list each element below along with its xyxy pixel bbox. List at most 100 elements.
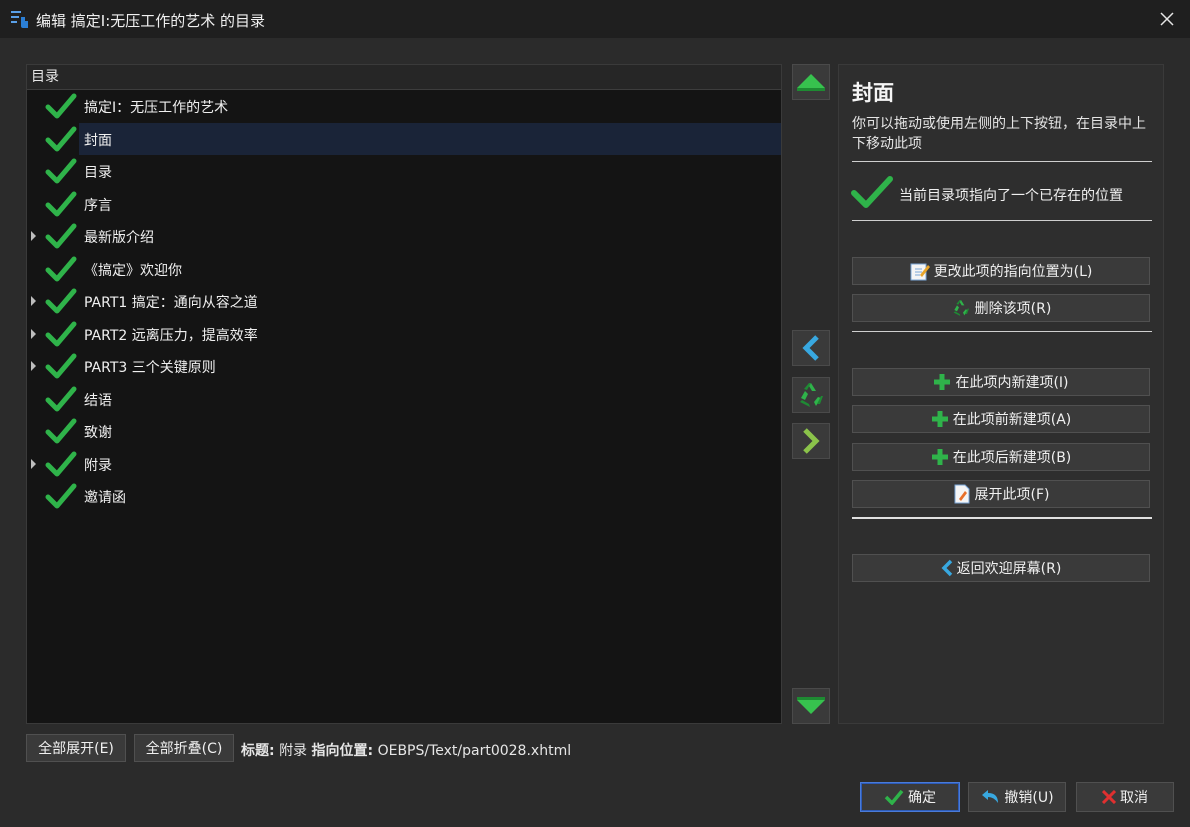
divider xyxy=(852,517,1152,519)
item-title: 封面 xyxy=(852,81,894,105)
delete-item-button[interactable] xyxy=(792,377,830,413)
new-after-button[interactable]: 在此项后新建项(B) xyxy=(852,443,1150,471)
new-after-label: 在此项后新建项(B) xyxy=(952,450,1072,466)
back-arrow-icon xyxy=(941,559,952,577)
indent-left-icon xyxy=(802,335,819,361)
tree-item[interactable]: 附录 xyxy=(27,448,781,480)
divider xyxy=(852,161,1152,162)
tree-item-label: 附录 xyxy=(84,457,112,474)
edit-icon xyxy=(910,263,930,281)
tree-item-label: 目录 xyxy=(84,165,112,181)
collapse-all-label: 全部折叠(C) xyxy=(145,741,223,757)
expand-all-button[interactable]: 全部展开(E) xyxy=(26,734,126,762)
check-icon xyxy=(851,176,893,208)
check-icon xyxy=(45,191,77,216)
check-icon xyxy=(45,126,77,151)
undo-button[interactable]: 撤销(U) xyxy=(968,782,1066,812)
flatten-item-button[interactable]: 展开此项(F) xyxy=(852,480,1150,508)
toc-tree[interactable]: 目录 搞定I：无压工作的艺术 封面 目录 序言 最新版介绍 《搞定》欢迎你 PART1 搞定… xyxy=(26,64,782,724)
check-icon xyxy=(45,158,77,184)
tree-item-label: PART2 远离压力，提高效率 xyxy=(84,327,258,344)
undo-icon xyxy=(982,790,999,803)
check-icon xyxy=(45,321,77,346)
remove-item-button[interactable]: 删除该项(R) xyxy=(852,294,1150,322)
tree-header: 目录 xyxy=(27,65,781,90)
tree-item-label: 邀请函 xyxy=(84,490,126,506)
check-icon xyxy=(45,386,77,411)
cancel-button[interactable]: 取消 xyxy=(1076,782,1174,812)
tree-item-label: 封面 xyxy=(84,132,112,149)
item-description: 你可以拖动或使用左侧的上下按钮，在目录中上下移动此项 xyxy=(852,116,1146,152)
check-icon xyxy=(45,223,77,249)
check-icon xyxy=(45,418,77,444)
tree-item[interactable]: PART1 搞定：通向从容之道 xyxy=(27,285,781,317)
close-button[interactable] xyxy=(1144,0,1190,38)
expand-arrow-icon[interactable] xyxy=(31,361,36,371)
new-inside-label: 在此项内新建项(I) xyxy=(955,375,1069,391)
expand-arrow-icon[interactable] xyxy=(31,296,36,306)
remove-item-label: 删除该项(R) xyxy=(974,301,1052,317)
tree-item-label: 结语 xyxy=(84,392,112,409)
tree-item-label: 最新版介绍 xyxy=(84,230,154,246)
back-to-welcome-label: 返回欢迎屏幕(R) xyxy=(956,561,1062,577)
flatten-item-label: 展开此项(F) xyxy=(974,487,1050,503)
cancel-label: 取消 xyxy=(1120,790,1148,806)
tree-item-label: 《搞定》欢迎你 xyxy=(84,262,182,279)
check-icon xyxy=(45,483,77,509)
indent-right-icon xyxy=(803,428,820,454)
indent-right-button[interactable] xyxy=(792,423,830,459)
check-icon xyxy=(884,789,904,805)
tree-item[interactable]: 序言 xyxy=(27,188,781,220)
cancel-x-icon xyxy=(1102,790,1116,804)
expand-arrow-icon[interactable] xyxy=(31,328,36,339)
change-location-button[interactable]: 更改此项的指向位置为(L) xyxy=(852,257,1150,285)
plus-icon xyxy=(934,374,951,390)
close-icon xyxy=(1160,12,1174,26)
indent-left-button[interactable] xyxy=(792,330,830,366)
tree-item[interactable]: PART2 远离压力，提高效率 xyxy=(27,318,781,350)
divider xyxy=(852,331,1152,332)
tree-item-label: PART3 三个关键原则 xyxy=(84,360,216,376)
change-location-label: 更改此项的指向位置为(L) xyxy=(933,264,1093,280)
ok-button[interactable]: 确定 xyxy=(860,782,960,812)
new-before-button[interactable]: 在此项前新建项(A) xyxy=(852,405,1150,433)
document-edit-icon xyxy=(954,484,969,504)
title-bar: 编辑 搞定I:无压工作的艺术 的目录 xyxy=(0,0,1190,38)
location-status-text: 当前目录项指向了一个已存在的位置 xyxy=(899,188,1123,204)
check-icon xyxy=(45,256,77,281)
new-before-label: 在此项前新建项(A) xyxy=(952,412,1072,428)
tree-item[interactable]: 最新版介绍 xyxy=(27,220,781,252)
ok-label: 确定 xyxy=(908,790,936,806)
new-inside-button[interactable]: 在此项内新建项(I) xyxy=(852,368,1150,396)
move-down-button[interactable] xyxy=(792,688,830,724)
tree-item[interactable]: 搞定I：无压工作的艺术 xyxy=(27,90,781,122)
check-icon xyxy=(45,93,77,119)
back-to-welcome-button[interactable]: 返回欢迎屏幕(R) xyxy=(852,554,1150,582)
tree-item[interactable]: 邀请函 xyxy=(27,480,781,512)
tree-item-label: 序言 xyxy=(84,197,112,214)
location-label: 指向位置: xyxy=(311,743,374,759)
plus-icon xyxy=(931,449,948,465)
expand-arrow-icon[interactable] xyxy=(31,231,36,241)
tree-item-label: 致谢 xyxy=(84,425,112,441)
tree-item[interactable]: 致谢 xyxy=(27,415,781,447)
plus-icon xyxy=(931,411,948,427)
tree-item[interactable]: PART3 三个关键原则 xyxy=(27,350,781,382)
expand-all-label: 全部展开(E) xyxy=(38,741,114,757)
expand-arrow-icon[interactable] xyxy=(31,458,36,469)
title-label: 标题: xyxy=(241,743,275,759)
tree-item[interactable]: 结语 xyxy=(27,383,781,415)
selection-highlight xyxy=(79,122,781,155)
move-up-icon xyxy=(797,74,825,91)
move-up-button[interactable] xyxy=(792,64,830,100)
tree-item[interactable]: 《搞定》欢迎你 xyxy=(27,253,781,285)
tree-item[interactable]: 封面 xyxy=(27,122,781,155)
check-icon xyxy=(45,353,77,379)
tree-item[interactable]: 目录 xyxy=(27,155,781,187)
collapse-all-button[interactable]: 全部折叠(C) xyxy=(134,734,234,762)
location-value: OEBPS/Text/part0028.xhtml xyxy=(377,743,572,759)
undo-label: 撤销(U) xyxy=(1004,790,1054,806)
toc-app-icon xyxy=(11,11,28,28)
tree-item-label: 搞定I：无压工作的艺术 xyxy=(84,100,229,116)
check-icon xyxy=(45,451,77,476)
